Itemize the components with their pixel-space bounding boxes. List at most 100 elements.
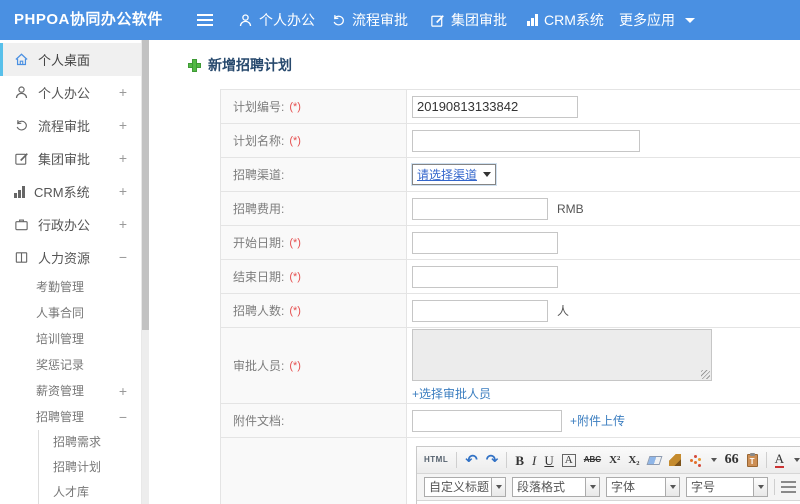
font-size-select[interactable]: 字号 [686, 477, 768, 497]
fee-input[interactable] [412, 197, 548, 220]
heading-select[interactable]: 自定义标题 [424, 477, 506, 497]
form-row-start-date: 开始日期: (*) [221, 226, 800, 260]
subitem-label: 招聘管理 [36, 410, 85, 424]
subitem-label: 奖惩记录 [36, 358, 85, 372]
font-size-select-value: 字号 [691, 480, 716, 494]
nav-more-apps[interactable]: 更多应用 [619, 0, 695, 40]
nav-personal-office[interactable]: 个人办公 [238, 0, 315, 40]
app-logo: PHPOA协同办公软件 [14, 11, 163, 28]
sidebar-subitem-salary[interactable]: 薪资管理 + [0, 378, 141, 404]
sidebar-subsubitem-recruit-plan[interactable]: 招聘计划 [39, 455, 141, 480]
expand-toggle[interactable]: + [119, 142, 127, 175]
sidebar-item-personal-office[interactable]: 个人办公 + [0, 76, 141, 109]
expand-toggle[interactable]: + [119, 378, 127, 404]
redo-icon[interactable]: ↷ [486, 453, 499, 468]
dropdown-button[interactable] [585, 478, 599, 496]
format-brush-icon[interactable] [668, 454, 681, 466]
channel-select-value: 请选择渠道 [417, 168, 478, 182]
expand-toggle[interactable]: + [119, 76, 127, 109]
approvers-textarea[interactable] [412, 329, 712, 381]
strikethrough-button[interactable]: ABC [584, 456, 601, 464]
expand-toggle[interactable]: + [119, 109, 127, 142]
attachment-input[interactable] [412, 409, 562, 432]
start-date-input[interactable] [412, 231, 558, 254]
sidebar-subitem-attendance[interactable]: 考勤管理 [0, 274, 141, 300]
page-title-text: 新增招聘计划 [208, 57, 292, 73]
font-color-caret-icon[interactable] [793, 458, 800, 462]
nav-label: CRM系统 [544, 12, 604, 28]
top-bar: PHPOA协同办公软件 个人办公 流程审批 集团审批 CRM系统 更多应用 [0, 0, 800, 40]
expand-toggle[interactable]: − [119, 404, 127, 430]
sidebar-item-crm[interactable]: CRM系统 + [0, 175, 141, 208]
bar-chart-icon [14, 185, 25, 198]
toolbar-separator [506, 452, 508, 468]
dropdown-button[interactable] [753, 478, 767, 496]
nav-label: 流程审批 [352, 12, 408, 28]
home-icon [15, 53, 28, 66]
auto-format-caret-icon[interactable] [710, 458, 717, 462]
paragraph-select[interactable]: 段落格式 [512, 477, 600, 497]
sidebar-item-hr[interactable]: 人力资源 − [0, 241, 141, 274]
required-mark: (*) [289, 236, 301, 249]
sidebar-subitem-hr-contract[interactable]: 人事合同 [0, 300, 141, 326]
scrollbar-thumb[interactable] [142, 40, 149, 330]
autotypeset-button[interactable]: A [561, 453, 576, 467]
dropdown-button[interactable] [665, 478, 679, 496]
subscript-button[interactable]: X₂ [628, 454, 639, 466]
sidebar-scrollbar[interactable] [142, 40, 149, 504]
superscript-button[interactable]: X² [609, 454, 620, 466]
italic-button[interactable]: I [532, 454, 536, 467]
subitem-label: 培训管理 [36, 332, 85, 346]
sidebar-item-desktop[interactable]: 个人桌面 [0, 43, 141, 76]
sidebar-item-label: 流程审批 [38, 119, 91, 134]
headcount-input[interactable] [412, 299, 548, 322]
channel-select[interactable]: 请选择渠道 [412, 164, 497, 185]
field-label: 结束日期: (*) [221, 260, 407, 293]
attachment-upload-link[interactable]: +附件上传 [570, 412, 625, 429]
sidebar-subsubitem-recruit-demand[interactable]: 招聘需求 [39, 430, 141, 455]
plan-number-input[interactable] [412, 95, 578, 118]
sidebar-subitem-rewards[interactable]: 奖惩记录 [0, 352, 141, 378]
subitem-label: 人事合同 [36, 306, 85, 320]
nav-workflow-approval[interactable]: 流程审批 [331, 0, 408, 40]
field-label: 开始日期: (*) [221, 226, 407, 259]
choose-approvers-link[interactable]: +选择审批人员 [412, 385, 491, 402]
undo-icon[interactable]: ↶ [465, 453, 478, 468]
expand-toggle[interactable]: − [119, 241, 127, 274]
eraser-icon[interactable] [646, 455, 663, 465]
sidebar-subitem-training[interactable]: 培训管理 [0, 326, 141, 352]
paste-text-icon[interactable] [746, 452, 758, 467]
paragraph-select-value: 段落格式 [517, 480, 566, 494]
expand-toggle[interactable]: + [119, 208, 127, 241]
bold-button[interactable]: B [515, 454, 524, 467]
font-color-button[interactable]: A [774, 452, 784, 468]
html-source-button[interactable]: HTML [424, 456, 448, 464]
field-label-empty [221, 438, 407, 504]
expand-toggle[interactable]: + [119, 175, 127, 208]
nav-crm-system[interactable]: CRM系统 [527, 0, 604, 40]
sidebar-item-admin-office[interactable]: 行政办公 + [0, 208, 141, 241]
editor-toolbar-row2: 自定义标题 段落格式 字体 字号 [417, 474, 800, 501]
sidebar-item-label: 行政办公 [38, 218, 91, 233]
nav-group-approval[interactable]: 集团审批 [430, 0, 507, 40]
form-row-fee: 招聘费用: RMB [221, 192, 800, 226]
dropdown-button[interactable] [491, 478, 505, 496]
required-mark: (*) [289, 359, 301, 372]
blockquote-button[interactable]: 66 [725, 453, 739, 467]
sidebar-subsubitem-talent-pool[interactable]: 人才库 [39, 480, 141, 504]
underline-button[interactable]: U [544, 454, 553, 467]
align-left-icon[interactable] [781, 481, 796, 493]
sidebar-item-workflow-approval[interactable]: 流程审批 + [0, 109, 141, 142]
auto-format-icon[interactable] [689, 454, 701, 466]
sidebar-item-group-approval[interactable]: 集团审批 + [0, 142, 141, 175]
font-family-select[interactable]: 字体 [606, 477, 680, 497]
fee-unit-label: RMB [557, 201, 584, 216]
subsubitem-label: 招聘需求 [53, 435, 102, 449]
editor-toolbar-row1: HTML ↶ ↷ B I U A ABC X² X₂ 66 T A [417, 447, 800, 474]
sidebar-subitem-recruit-mgmt[interactable]: 招聘管理 − [0, 404, 141, 430]
hamburger-menu-icon[interactable] [197, 14, 213, 26]
bar-chart-icon [527, 14, 538, 26]
heading-select-value: 自定义标题 [429, 480, 490, 494]
end-date-input[interactable] [412, 265, 558, 288]
plan-name-input[interactable] [412, 129, 640, 152]
